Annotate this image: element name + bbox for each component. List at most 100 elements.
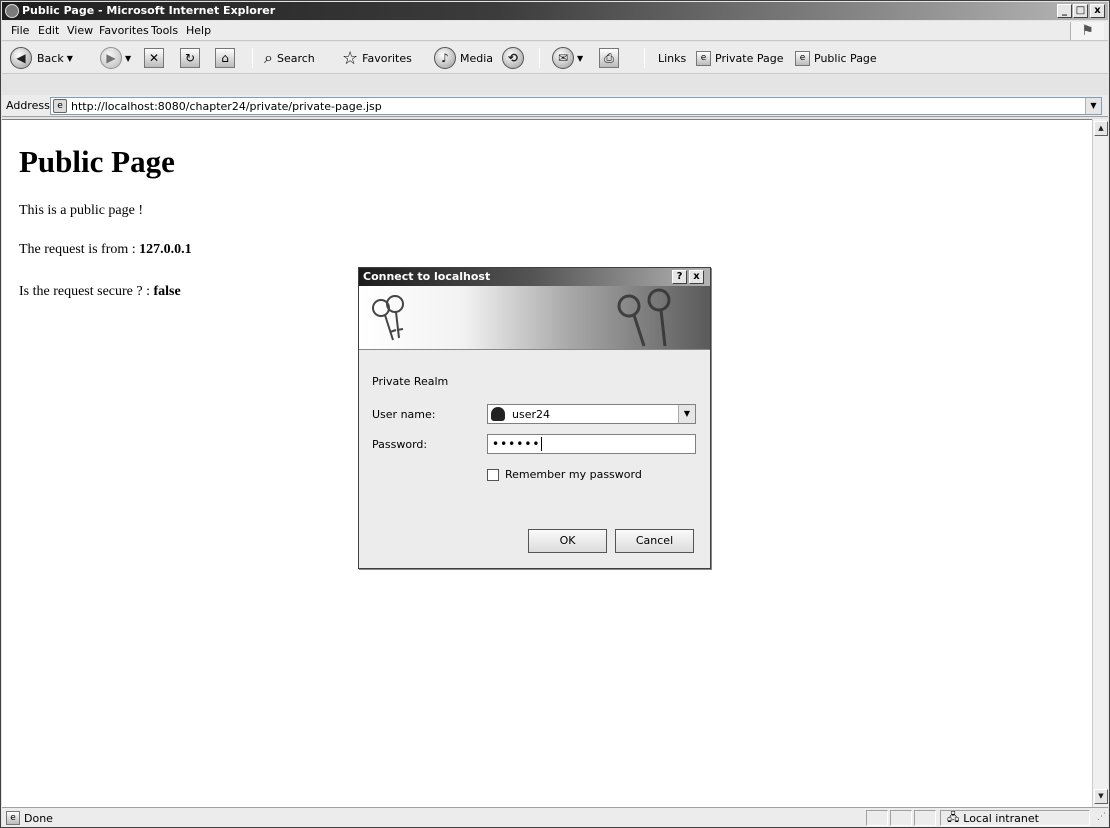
mail-icon: ✉: [552, 47, 574, 69]
request-secure-value: false: [153, 284, 181, 299]
username-label: User name:: [372, 408, 436, 421]
status-done: e Done: [6, 811, 53, 825]
link-private-page-label: Private Page: [715, 51, 784, 65]
maximize-button[interactable]: □: [1073, 4, 1088, 18]
address-bar: Address e http://localhost:8080/chapter2…: [2, 95, 1108, 117]
toolbar-separator: [252, 48, 253, 68]
dialog-banner: [359, 286, 710, 350]
search-icon: ⌕: [264, 48, 273, 67]
request-secure-label: Is the request secure ? :: [19, 284, 154, 299]
dialog-title: Connect to localhost: [363, 270, 491, 283]
toolbar-separator: [644, 48, 645, 68]
media-button[interactable]: ♪ Media: [434, 46, 493, 70]
address-url[interactable]: http://localhost:8080/chapter24/private/…: [71, 100, 382, 113]
standard-toolbar: ◀ Back ▼ ▶ ▼ ✕ ↻ ⌂ ⌕ Search ☆ Favorites …: [2, 42, 1108, 74]
security-zone: 🖧 Local intranet: [940, 810, 1090, 826]
text-cursor: [541, 437, 543, 451]
chevron-down-icon[interactable]: ▼: [678, 405, 695, 423]
login-dialog: Connect to localhost ? x Private Realm U…: [358, 267, 711, 569]
remember-password-checkbox[interactable]: Remember my password: [487, 468, 642, 481]
home-icon: ⌂: [215, 48, 235, 68]
scroll-up-button[interactable]: ▲: [1094, 121, 1108, 136]
page-icon: e: [6, 811, 20, 825]
history-button[interactable]: ⟲: [502, 46, 524, 70]
favorites-label: Favorites: [362, 51, 412, 65]
status-cell: [890, 810, 912, 826]
request-origin-value: 127.0.0.1: [139, 242, 192, 257]
zone-text: Local intranet: [963, 811, 1039, 825]
forward-arrow-icon: ▶: [100, 47, 122, 69]
menu-file[interactable]: File: [11, 24, 29, 37]
cancel-button[interactable]: Cancel: [615, 529, 694, 553]
password-label: Password:: [372, 438, 428, 451]
minimize-button[interactable]: _: [1057, 4, 1072, 18]
title-bar: Public Page - Microsoft Internet Explore…: [2, 2, 1108, 20]
menu-help[interactable]: Help: [186, 24, 211, 37]
link-public-page-label: Public Page: [814, 51, 877, 65]
request-secure-line: Is the request secure ? : false: [19, 284, 181, 300]
print-button[interactable]: ⎙: [599, 46, 619, 70]
menu-favorites[interactable]: Favorites: [99, 24, 149, 37]
link-public-page[interactable]: e Public Page: [795, 46, 877, 70]
chevron-down-icon[interactable]: ▼: [125, 54, 131, 63]
page-icon: e: [696, 50, 711, 66]
refresh-button[interactable]: ↻: [180, 46, 200, 70]
status-text: Done: [24, 811, 53, 825]
vertical-scrollbar[interactable]: ▲ ▼: [1092, 119, 1108, 807]
windows-flag-icon: ⚑: [1070, 22, 1104, 40]
home-button[interactable]: ⌂: [215, 46, 235, 70]
print-icon: ⎙: [599, 48, 619, 68]
forward-button[interactable]: ▶ ▼: [100, 46, 131, 70]
address-label: Address: [6, 99, 50, 112]
links-label-area: Links: [658, 46, 686, 70]
mail-button[interactable]: ✉ ▼: [552, 46, 583, 70]
request-origin-label: The request is from :: [19, 242, 140, 257]
back-label: Back: [37, 51, 64, 65]
back-button[interactable]: ◀ Back ▼: [10, 46, 73, 70]
realm-label: Private Realm: [372, 375, 449, 388]
chevron-down-icon[interactable]: ▼: [577, 54, 583, 63]
link-private-page[interactable]: e Private Page: [696, 46, 783, 70]
status-cell: [866, 810, 888, 826]
checkbox[interactable]: [487, 468, 499, 481]
media-label: Media: [460, 51, 494, 65]
keys-icon: [372, 288, 671, 347]
refresh-icon: ↻: [180, 48, 200, 68]
intranet-icon: 🖧: [947, 810, 960, 824]
close-button[interactable]: x: [1090, 4, 1105, 18]
status-bar: e Done 🖧 Local intranet ⋰: [2, 807, 1108, 827]
scroll-down-button[interactable]: ▼: [1094, 789, 1108, 804]
help-button[interactable]: ?: [672, 270, 687, 284]
stop-icon: ✕: [144, 48, 164, 68]
page-heading: Public Page: [19, 144, 175, 179]
request-origin-line: The request is from : 127.0.0.1: [19, 242, 192, 258]
page-icon: e: [53, 99, 67, 113]
page-icon: e: [795, 50, 810, 66]
links-label: Links: [658, 51, 687, 65]
dialog-close-button[interactable]: x: [689, 270, 704, 284]
toolbar-separator: [539, 48, 540, 68]
public-page-text: This is a public page !: [19, 203, 144, 218]
favorites-button[interactable]: ☆ Favorites: [342, 46, 412, 70]
username-value[interactable]: user24: [512, 408, 550, 421]
ie-icon: [5, 4, 19, 18]
resize-grip-icon[interactable]: ⋰: [1097, 812, 1106, 822]
status-cell: [914, 810, 936, 826]
address-input[interactable]: e http://localhost:8080/chapter24/privat…: [50, 97, 1102, 115]
dialog-title-bar: Connect to localhost ? x: [359, 268, 710, 286]
window-title: Public Page - Microsoft Internet Explore…: [22, 4, 276, 17]
search-button[interactable]: ⌕ Search: [264, 46, 315, 70]
menu-tools[interactable]: Tools: [151, 24, 178, 37]
menu-view[interactable]: View: [67, 24, 93, 37]
ok-button[interactable]: OK: [528, 529, 607, 553]
password-value[interactable]: ••••••: [492, 437, 540, 451]
username-combobox[interactable]: user24 ▼: [487, 404, 696, 424]
chevron-down-icon[interactable]: ▼: [67, 54, 73, 63]
menu-edit[interactable]: Edit: [38, 24, 59, 37]
chevron-down-icon[interactable]: ▼: [1085, 98, 1101, 114]
stop-button[interactable]: ✕: [144, 46, 164, 70]
remember-password-label: Remember my password: [505, 468, 642, 481]
user-icon: [491, 407, 505, 421]
password-field[interactable]: ••••••: [487, 434, 696, 454]
back-arrow-icon: ◀: [10, 47, 32, 69]
